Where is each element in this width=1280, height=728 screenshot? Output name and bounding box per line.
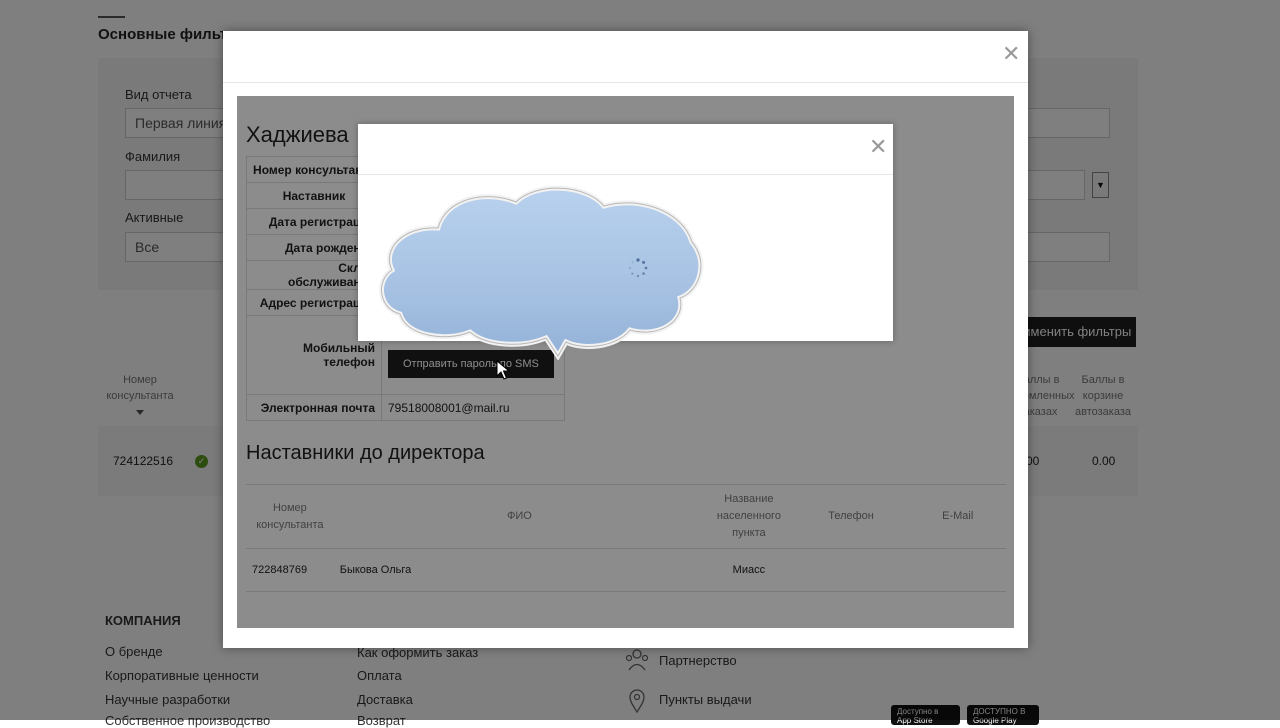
loading-cloud (379, 185, 704, 360)
modal-header (358, 124, 893, 175)
modal-header (223, 31, 1028, 83)
close-icon[interactable]: ✕ (869, 136, 887, 158)
mouse-cursor-icon (496, 360, 510, 380)
close-icon[interactable]: ✕ (1002, 43, 1020, 65)
